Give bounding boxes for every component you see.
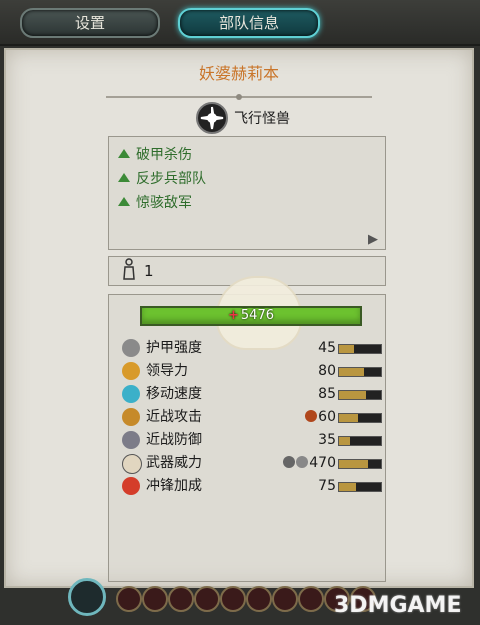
- unit-info-panel: 妖婆赫莉本 飞行怪兽 破甲杀伤 反步兵部队 惊骇敌军 ▶ 1 +5476 护甲强…: [4, 48, 474, 588]
- stat-value: 470: [283, 453, 336, 473]
- stat-bar: [338, 436, 382, 446]
- ability-icon[interactable]: [220, 586, 246, 612]
- watermark: 3DMGAME: [334, 593, 462, 618]
- stat-bar: [338, 459, 382, 469]
- ability-icon[interactable]: [116, 586, 142, 612]
- stat-melee-defence[interactable]: 近战防御 35: [118, 430, 388, 450]
- stat-label: 领导力: [146, 363, 188, 379]
- stat-value: 60: [305, 407, 336, 427]
- charge-icon: [122, 477, 140, 495]
- leadership-icon: [122, 362, 140, 380]
- unit-name: 妖婆赫莉本: [198, 64, 279, 83]
- attribute-item: 惊骇敌军: [118, 192, 192, 212]
- ability-icon[interactable]: [142, 586, 168, 612]
- stat-melee-attack[interactable]: 近战攻击 60: [118, 407, 388, 427]
- stat-value: 80: [318, 363, 336, 379]
- stat-charge-bonus[interactable]: 冲锋加成 75: [118, 476, 388, 496]
- speed-icon: [122, 385, 140, 403]
- stat-label: 近战防御: [146, 432, 202, 448]
- shield-icon: [122, 431, 140, 449]
- unit-type: 飞行怪兽: [234, 111, 290, 127]
- ability-icon[interactable]: [194, 586, 220, 612]
- model-count: 1: [144, 262, 154, 280]
- stat-bar: [338, 390, 382, 400]
- stat-label: 武器威力: [146, 455, 202, 471]
- stat-label: 冲锋加成: [146, 478, 202, 494]
- unit-portrait-icon[interactable]: [68, 578, 106, 616]
- tab-unit-info[interactable]: 部队信息: [178, 8, 320, 38]
- up-triangle-icon: [118, 149, 130, 158]
- stat-speed[interactable]: 移动速度 85: [118, 384, 388, 404]
- armor-piercing-icon: [283, 456, 296, 468]
- health-icon: +: [228, 308, 239, 323]
- up-triangle-icon: [118, 197, 130, 206]
- expand-arrow-icon[interactable]: ▶: [368, 232, 378, 247]
- weapon-strength-icon: [122, 454, 142, 474]
- title-ornament: [106, 94, 372, 100]
- stat-bar: [338, 482, 382, 492]
- flying-monster-icon: [196, 102, 228, 134]
- stat-value: 85: [318, 386, 336, 402]
- up-triangle-icon: [118, 173, 130, 182]
- ability-icon[interactable]: [168, 586, 194, 612]
- health-value: 5476: [240, 308, 274, 323]
- sword-icon: [122, 408, 140, 426]
- ability-icon[interactable]: [272, 586, 298, 612]
- stat-value: 35: [318, 432, 336, 448]
- attribute-item: 反步兵部队: [118, 168, 206, 188]
- soldier-icon: [123, 258, 135, 280]
- stat-label: 移动速度: [146, 386, 202, 402]
- stat-value: 45: [318, 340, 336, 356]
- tab-settings[interactable]: 设置: [20, 8, 160, 38]
- stat-label: 护甲强度: [146, 340, 202, 356]
- stat-value: 75: [318, 478, 336, 494]
- health-bar: +5476: [140, 306, 362, 326]
- stat-bar: [338, 344, 382, 354]
- top-bar: 设置 部队信息: [0, 0, 480, 46]
- modifier-icon: [305, 410, 318, 422]
- stat-bar: [338, 367, 382, 377]
- stat-label: 近战攻击: [146, 409, 202, 425]
- ability-icon[interactable]: [298, 586, 324, 612]
- stat-bar: [338, 413, 382, 423]
- armor-icon: [122, 339, 140, 357]
- weapon-modifier-icon: [296, 456, 309, 468]
- stat-armor[interactable]: 护甲强度 45: [118, 338, 388, 358]
- ability-icon[interactable]: [246, 586, 272, 612]
- stat-weapon-strength[interactable]: 武器威力 470: [118, 453, 388, 474]
- attribute-item: 破甲杀伤: [118, 144, 192, 164]
- stat-leadership[interactable]: 领导力 80: [118, 361, 388, 381]
